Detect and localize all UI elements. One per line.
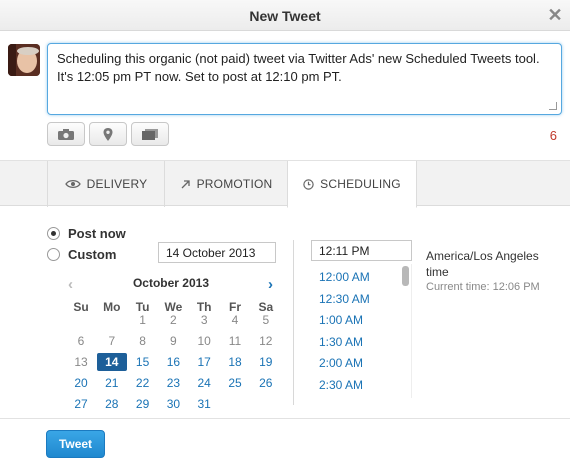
post-now-label: Post now: [68, 226, 126, 241]
calendar-day[interactable]: 31: [189, 395, 219, 413]
time-option[interactable]: 2:30 AM: [319, 378, 363, 392]
post-now-option[interactable]: Post now: [47, 226, 126, 241]
calendar-day[interactable]: 22: [128, 374, 158, 392]
next-month-button[interactable]: ›: [268, 276, 273, 293]
window-title: New Tweet: [249, 8, 321, 24]
time-list-scrollbar[interactable]: [402, 266, 409, 286]
time-dropdown-list[interactable]: 12:00 AM 12:30 AM 1:00 AM 1:30 AM 2:00 AM 2:3…: [311, 264, 412, 398]
prev-month-button[interactable]: ‹: [68, 276, 73, 293]
calendar-day[interactable]: 8: [128, 332, 158, 350]
avatar: [8, 44, 40, 76]
calendar-day[interactable]: 23: [158, 374, 188, 392]
custom-radio[interactable]: [47, 248, 60, 261]
time-option[interactable]: 2:00 AM: [319, 356, 363, 370]
tab-delivery[interactable]: DELIVERY: [47, 161, 164, 207]
calendar-day-selected[interactable]: 14: [96, 353, 127, 371]
tab-scheduling-label: SCHEDULING: [320, 177, 401, 191]
calendar-day[interactable]: 11: [220, 332, 250, 350]
clock-icon: [303, 178, 314, 190]
character-counter: 6: [549, 128, 557, 143]
tweet-button[interactable]: Tweet: [46, 430, 105, 458]
options-tabs: DELIVERY PROMOTION SCHEDULING: [0, 160, 570, 208]
calendar-day[interactable]: 10: [189, 332, 219, 350]
calendar-day[interactable]: 17: [189, 353, 219, 371]
calendar-day[interactable]: 30: [158, 395, 188, 413]
calendar-day[interactable]: 4: [220, 311, 250, 329]
date-field[interactable]: 14 October 2013: [158, 242, 276, 263]
calendar-day[interactable]: 13: [66, 353, 96, 371]
divider: [293, 240, 294, 405]
custom-label: Custom: [68, 247, 117, 262]
close-button[interactable]: ✕: [544, 4, 566, 26]
add-photo-button[interactable]: [47, 122, 85, 146]
chevron-left-icon: ‹: [68, 276, 73, 293]
calendar-day[interactable]: 19: [251, 353, 281, 371]
tweet-text: Scheduling this organic (not paid) tweet…: [57, 51, 540, 84]
eye-icon: [64, 179, 81, 189]
time-option[interactable]: 12:00 AM: [319, 270, 370, 284]
time-option[interactable]: 12:30 AM: [319, 292, 370, 306]
calendar-month: October 2013: [132, 276, 210, 290]
calendar-day[interactable]: 9: [158, 332, 188, 350]
add-location-button[interactable]: [89, 122, 127, 146]
calendar-day[interactable]: 16: [158, 353, 188, 371]
calendar-day[interactable]: 20: [66, 374, 96, 392]
calendar-day[interactable]: 27: [66, 395, 96, 413]
calendar-day[interactable]: 25: [220, 374, 250, 392]
calendar-day[interactable]: 3: [189, 311, 219, 329]
tweet-textarea[interactable]: Scheduling this organic (not paid) tweet…: [47, 43, 562, 115]
calendar-day[interactable]: 7: [97, 332, 127, 350]
add-card-button[interactable]: [131, 122, 169, 146]
calendar-day[interactable]: 12: [251, 332, 281, 350]
tab-promotion[interactable]: PROMOTION: [164, 161, 287, 207]
time-option[interactable]: 1:00 AM: [319, 313, 363, 327]
calendar-day[interactable]: 24: [189, 374, 219, 392]
current-time: Current time: 12:06 PM: [426, 281, 540, 293]
camera-icon: [58, 128, 74, 140]
weekday-header: Su: [73, 300, 89, 314]
time-option[interactable]: 1:30 AM: [319, 335, 363, 349]
post-now-radio[interactable]: [47, 227, 60, 240]
cards-icon: [142, 128, 158, 140]
calendar-day[interactable]: 29: [128, 395, 158, 413]
location-icon: [103, 127, 113, 141]
calendar-day[interactable]: 18: [220, 353, 250, 371]
time-field[interactable]: 12:11 PM: [311, 240, 412, 261]
timezone-label: America/Los Angeles time: [426, 249, 539, 279]
calendar-day[interactable]: 28: [97, 395, 127, 413]
resize-handle[interactable]: [549, 102, 557, 110]
arrow-up-right-icon: [181, 179, 190, 188]
calendar-day[interactable]: 2: [158, 311, 188, 329]
footer-divider: [0, 418, 570, 419]
weekday-header: Mo: [103, 300, 121, 314]
calendar-day[interactable]: 5: [251, 311, 281, 329]
close-icon: ✕: [547, 5, 563, 25]
calendar-day[interactable]: 26: [251, 374, 281, 392]
calendar-day[interactable]: 15: [128, 353, 158, 371]
custom-option[interactable]: Custom: [47, 247, 116, 262]
chevron-right-icon: ›: [268, 276, 273, 293]
tab-scheduling[interactable]: SCHEDULING: [287, 161, 417, 208]
calendar-day[interactable]: 6: [66, 332, 96, 350]
title-bar: New Tweet ✕: [0, 0, 570, 31]
calendar-day[interactable]: 1: [128, 311, 158, 329]
calendar-day[interactable]: 21: [97, 374, 127, 392]
tab-delivery-label: DELIVERY: [86, 177, 148, 191]
tab-promotion-label: PROMOTION: [196, 177, 273, 191]
